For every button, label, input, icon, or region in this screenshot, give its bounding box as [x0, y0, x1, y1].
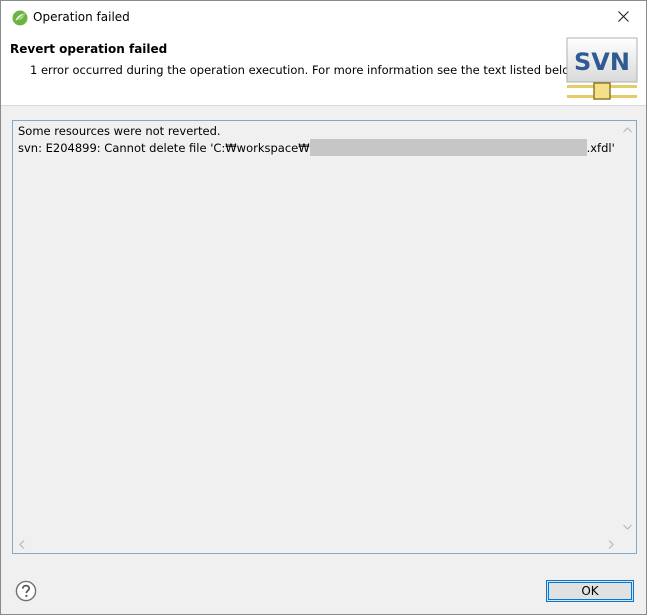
header-title: Revert operation failed	[10, 42, 168, 56]
help-button[interactable]	[15, 580, 37, 602]
horizontal-scrollbar[interactable]	[13, 536, 619, 553]
close-button[interactable]	[600, 1, 646, 34]
dialog-header: Revert operation failed 1 error occurred…	[1, 34, 646, 106]
title-bar: Operation failed	[1, 1, 646, 34]
ok-button[interactable]: OK	[546, 580, 634, 602]
details-text-area[interactable]: Some resources were not reverted. svn: E…	[12, 120, 637, 554]
header-message: 1 error occurred during the operation ex…	[30, 63, 582, 77]
eclipse-leaf-icon	[12, 10, 28, 26]
svg-text:SVN: SVN	[574, 48, 630, 76]
details-text: Some resources were not reverted. svn: E…	[18, 124, 615, 156]
details-line-2-suffix: .xfdl'	[586, 140, 615, 155]
scroll-up-icon[interactable]	[619, 121, 636, 138]
close-icon	[617, 10, 629, 25]
details-line-1: Some resources were not reverted.	[18, 124, 221, 138]
svn-logo-icon: SVN	[566, 37, 638, 103]
details-line-2-prefix: svn: E204899: Cannot delete file 'C:₩wor…	[18, 140, 310, 155]
scroll-left-icon[interactable]	[13, 536, 30, 553]
vertical-scrollbar[interactable]	[619, 121, 636, 535]
redacted-path	[309, 138, 587, 156]
details-line-2: svn: E204899: Cannot delete file 'C:₩wor…	[18, 138, 615, 156]
operation-failed-dialog: Operation failed Revert operation failed…	[0, 0, 647, 615]
scroll-right-icon[interactable]	[602, 536, 619, 553]
window-title: Operation failed	[33, 10, 130, 24]
ok-focus-ring	[548, 582, 632, 600]
scroll-down-icon[interactable]	[619, 518, 636, 535]
help-icon	[15, 580, 37, 605]
